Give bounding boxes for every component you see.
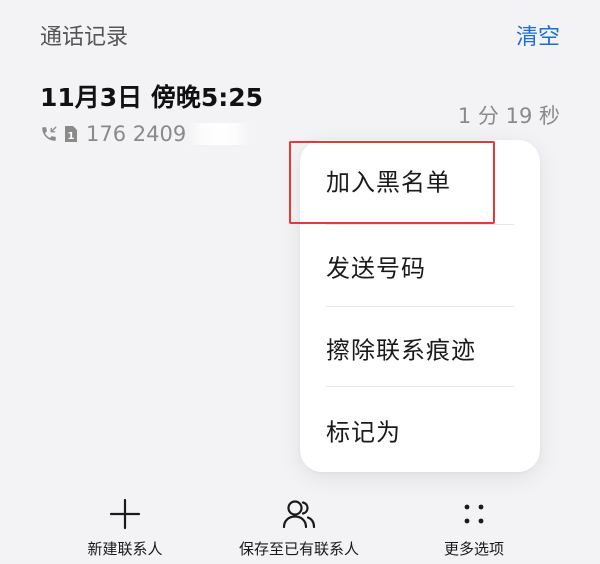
- new-contact-button[interactable]: 新建联系人: [45, 488, 205, 564]
- save-to-existing-contact-button[interactable]: 保存至已有联系人: [219, 488, 379, 564]
- menu-divider: [326, 306, 514, 307]
- more-options-button[interactable]: 更多选项: [394, 488, 554, 564]
- menu-item-label: 发送号码: [326, 254, 426, 283]
- action-label: 更多选项: [443, 540, 504, 558]
- menu-item-erase-traces[interactable]: 擦除联系痕迹: [300, 308, 540, 388]
- phone-number: 176 2409: [86, 122, 187, 146]
- header: 通话记录 清空: [0, 0, 600, 70]
- number-redaction: [188, 123, 251, 145]
- context-menu: 加入黑名单 发送号码 擦除联系痕迹 标记为: [300, 140, 540, 472]
- more-dots-icon: [464, 504, 484, 524]
- incoming-call-icon: [42, 126, 57, 141]
- action-label: 保存至已有联系人: [238, 540, 359, 558]
- menu-item-send-number[interactable]: 发送号码: [300, 226, 540, 306]
- bottom-action-bar: 新建联系人 保存至已有联系人 更多选项: [0, 488, 600, 564]
- call-duration: 1 分 19 秒: [457, 104, 560, 128]
- menu-divider: [326, 386, 514, 387]
- menu-item-label: 标记为: [326, 418, 401, 447]
- clear-button[interactable]: 清空: [516, 22, 560, 54]
- menu-divider: [326, 224, 514, 225]
- menu-item-add-to-blacklist[interactable]: 加入黑名单: [300, 140, 540, 220]
- menu-item-label: 擦除联系痕迹: [326, 336, 476, 365]
- menu-item-mark-as[interactable]: 标记为: [300, 390, 540, 470]
- menu-item-label: 加入黑名单: [326, 168, 451, 197]
- action-label: 新建联系人: [87, 540, 163, 558]
- plus-icon: [109, 498, 141, 530]
- page-title: 通话记录: [40, 25, 129, 50]
- contacts-icon: [282, 500, 316, 529]
- svg-text:1: 1: [68, 131, 75, 142]
- sim-1-icon: 1: [65, 126, 77, 142]
